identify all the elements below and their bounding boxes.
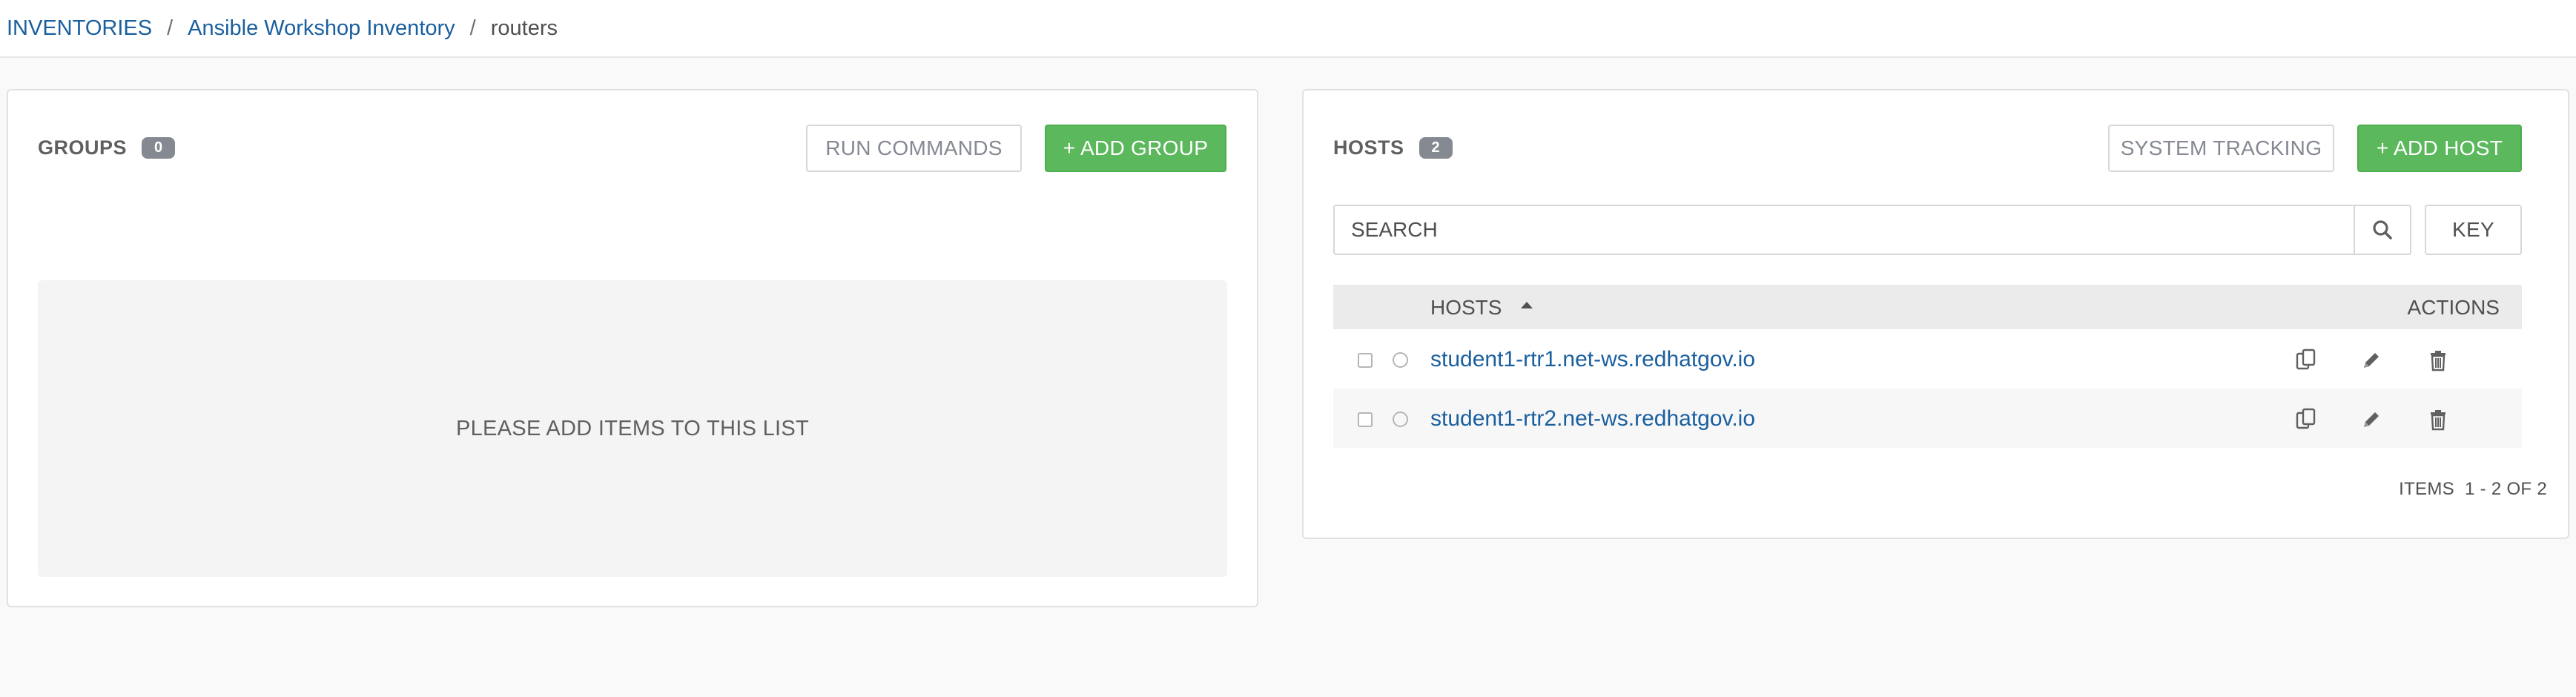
breadcrumb-separator: / [469,16,476,40]
hosts-table-header: HOSTS ACTIONS [1333,285,2522,329]
groups-empty-list: PLEASE ADD ITEMS TO THIS LIST [38,280,1227,577]
breadcrumb-inventory[interactable]: Ansible Workshop Inventory [188,16,455,41]
edit-icon[interactable] [2359,407,2384,432]
host-status-icon [1393,412,1408,427]
delete-icon[interactable] [2425,348,2451,373]
copy-icon[interactable] [2293,407,2319,432]
add-host-button[interactable]: + ADD HOST [2357,125,2522,172]
groups-title: GROUPS [38,136,128,159]
hosts-title: HOSTS [1333,136,1404,159]
host-name-link[interactable]: student1-rtr2.net-ws.redhatgov.io [1430,406,1755,432]
pagination-info: ITEMS 1 - 2 OF 2 [2399,479,2547,500]
breadcrumb-inventories[interactable]: INVENTORIES [7,16,152,41]
hosts-column-label: HOSTS [1430,296,1502,319]
groups-header: GROUPS 0 [38,136,176,159]
copy-icon[interactable] [2293,348,2319,373]
groups-panel: GROUPS 0 RUN COMMANDS + ADD GROUP PLEASE… [7,89,1258,607]
hosts-column-header[interactable]: HOSTS [1430,296,1533,320]
search-icon [2373,220,2392,240]
sort-asc-icon [1521,301,1533,308]
row-checkbox[interactable] [1358,412,1373,427]
hosts-panel: HOSTS 2 SYSTEM TRACKING + ADD HOST SEARC… [1302,89,2569,539]
pagination-label: ITEMS [2399,479,2454,499]
table-row: student1-rtr2.net-ws.redhatgov.io [1333,389,2522,448]
actions-column-header: ACTIONS [2407,296,2500,319]
run-commands-button[interactable]: RUN COMMANDS [806,125,1022,172]
table-row: student1-rtr1.net-ws.redhatgov.io [1333,329,2522,389]
row-checkbox[interactable] [1358,353,1373,368]
search-placeholder: SEARCH [1351,218,1438,241]
search-button[interactable] [2354,205,2411,255]
search-input[interactable]: SEARCH [1333,205,2374,255]
pagination-range: 1 - 2 OF 2 [2464,479,2547,499]
key-button[interactable]: KEY [2425,205,2522,255]
edit-icon[interactable] [2359,348,2384,373]
hosts-header: HOSTS 2 [1333,136,1453,159]
breadcrumb-separator: / [167,16,174,40]
delete-icon[interactable] [2425,407,2451,432]
breadcrumb: INVENTORIES / Ansible Workshop Inventory… [0,0,2576,58]
system-tracking-button[interactable]: SYSTEM TRACKING [2108,125,2334,172]
hosts-count-badge: 2 [1419,137,1453,159]
groups-count-badge: 0 [142,137,176,159]
empty-list-message: PLEASE ADD ITEMS TO THIS LIST [455,416,810,440]
breadcrumb-current: routers [490,16,558,40]
add-group-button[interactable]: + ADD GROUP [1045,125,1226,172]
host-status-icon [1393,352,1408,368]
host-name-link[interactable]: student1-rtr1.net-ws.redhatgov.io [1430,347,1755,372]
